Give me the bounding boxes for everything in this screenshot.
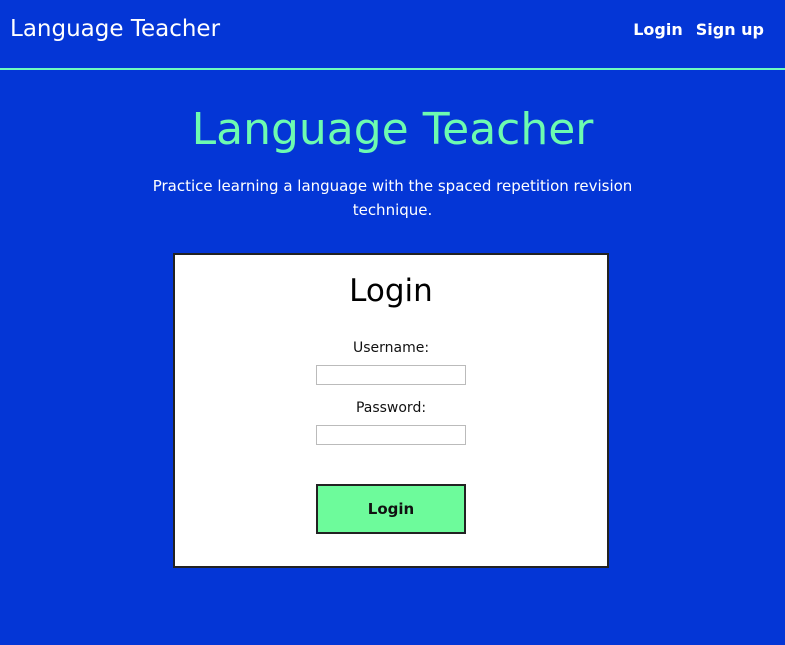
username-label: Username: — [352, 340, 430, 356]
login-submit-button[interactable]: Login — [316, 484, 466, 534]
top-navbar: Language Teacher Login Sign up — [0, 0, 785, 70]
password-input[interactable] — [316, 425, 466, 445]
nav-links: Login Sign up — [633, 19, 764, 41]
brand-title[interactable]: Language Teacher — [10, 14, 220, 44]
nav-login-link[interactable]: Login — [633, 19, 683, 41]
hero-subtitle: Practice learning a language with the sp… — [152, 177, 633, 219]
login-card: Login Username: Password: Login — [173, 253, 609, 568]
username-input[interactable] — [316, 365, 466, 385]
hero-title: Language Teacher — [191, 104, 594, 155]
login-title: Login — [349, 273, 433, 309]
password-label: Password: — [355, 400, 427, 416]
nav-signup-link[interactable]: Sign up — [696, 19, 764, 41]
